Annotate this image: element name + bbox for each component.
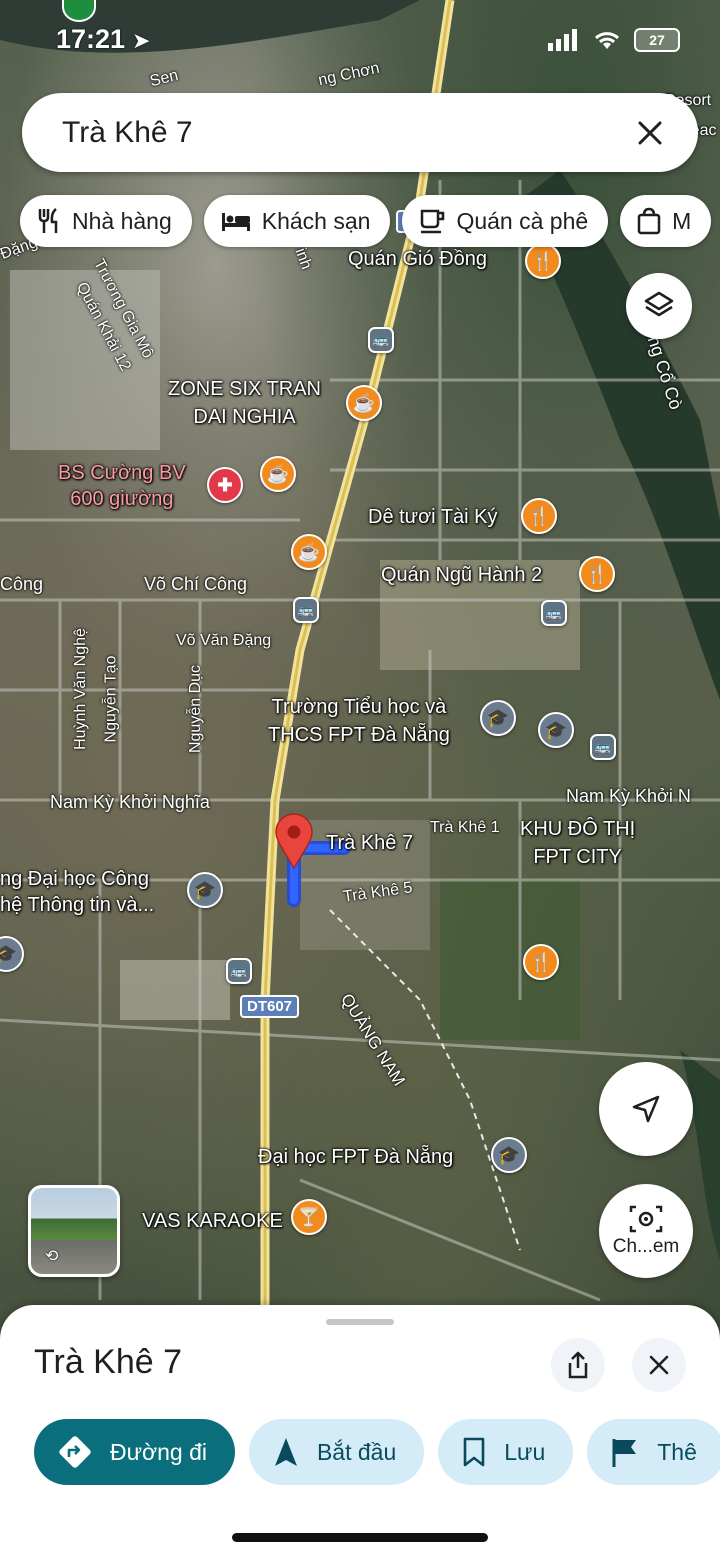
home-indicator	[232, 1533, 488, 1542]
cafe-poi-icon[interactable]: ☕	[260, 456, 296, 492]
cafe-icon	[421, 209, 445, 234]
road-label: Nam Kỳ Khởi N	[566, 786, 691, 806]
place-label: Đại học FPT Đà Nẵng	[258, 1146, 454, 1168]
place-title: Trà Khê 7	[34, 1343, 183, 1381]
shopping-icon	[637, 207, 661, 235]
road-label: Nam Kỳ Khởi Nghĩa	[50, 792, 210, 812]
school-poi-icon[interactable]: 🎓	[480, 700, 516, 736]
hospital-poi-icon[interactable]: ✚	[207, 467, 243, 503]
camera-search-icon	[629, 1205, 663, 1233]
road-label: Trà Khê 1	[430, 819, 500, 836]
close-icon	[649, 1355, 669, 1375]
restaurant-poi-icon[interactable]: 🍴	[523, 944, 559, 980]
restaurant-poi-icon[interactable]: 🍴	[579, 556, 615, 592]
place-label: KHU ĐÔ THỊ FPT CITY	[520, 818, 636, 868]
wifi-icon	[594, 32, 620, 49]
chip-restaurants[interactable]: Nhà hàng	[20, 195, 192, 247]
chip-label: Khách sạn	[261, 207, 371, 234]
place-label: Dê tươi Tài Ký	[368, 506, 498, 528]
layers-button[interactable]	[626, 273, 692, 339]
place-label: Trường Tiểu học và THCS FPT Đà Nẵng	[268, 696, 450, 746]
close-sheet-button[interactable]	[632, 1338, 686, 1392]
route-badge-dt607: DT607	[240, 995, 300, 1018]
battery-icon: 27	[634, 28, 680, 52]
drag-handle[interactable]	[326, 1319, 394, 1325]
cafe-poi-icon[interactable]: ☕	[346, 385, 382, 421]
clear-search-button[interactable]	[630, 113, 670, 153]
search-query[interactable]: Trà Khê 7	[62, 116, 630, 150]
school-poi-icon[interactable]: 🎓	[187, 872, 223, 908]
flag-icon	[612, 1439, 637, 1467]
category-chips: Nhà hàng Khách sạn Quán cà phê M	[20, 195, 712, 247]
my-location-button[interactable]	[599, 1062, 693, 1156]
bus-stop-icon[interactable]: 🚌	[590, 734, 616, 760]
road-label: Nguyễn Dục	[187, 664, 205, 754]
action-buttons: Đường đi Bắt đầu Lưu Thê	[34, 1419, 720, 1485]
cafe-poi-icon[interactable]: ☕	[291, 534, 327, 570]
bookmark-icon	[463, 1437, 485, 1467]
place-label: ng Đại học Công hệ Thông tin và...	[0, 868, 155, 916]
hotel-icon	[221, 213, 250, 231]
save-button[interactable]: Lưu	[438, 1419, 574, 1485]
restaurant-poi-icon[interactable]: 🍴	[521, 498, 557, 534]
navigation-arrow-icon	[632, 1095, 660, 1123]
bus-stop-icon[interactable]: 🚌	[368, 327, 394, 353]
bus-stop-icon[interactable]: 🚌	[226, 958, 252, 984]
chip-label: Nhà hàng	[72, 207, 172, 234]
bus-stop-icon[interactable]: 🚌	[293, 597, 319, 623]
signal-icon	[548, 29, 577, 51]
road-label: Võ Văn Đặng	[176, 632, 272, 649]
place-label: VAS KARAOKE	[142, 1210, 283, 1232]
road-label: Nguyễn Tạo	[102, 655, 120, 743]
chip-label: M	[672, 207, 692, 234]
chip-label: Quán cà phê	[456, 207, 589, 234]
save-label: Lưu	[504, 1438, 546, 1465]
directions-icon	[59, 1436, 91, 1468]
directions-button[interactable]: Đường đi	[34, 1419, 235, 1485]
chip-shopping[interactable]: M	[620, 195, 712, 247]
directions-label: Đường đi	[110, 1438, 207, 1465]
label-label: Thê	[657, 1438, 697, 1465]
bar-poi-icon[interactable]: 🍸	[291, 1199, 327, 1235]
app-indicator-icon	[62, 0, 96, 22]
start-label: Bắt đầu	[316, 1438, 397, 1465]
road-label: Huỳnh Văn Nghệ	[71, 628, 89, 750]
street-view-thumbnail[interactable]: ⟲	[28, 1185, 120, 1277]
share-button[interactable]	[551, 1338, 605, 1392]
chip-cafes[interactable]: Quán cà phê	[402, 195, 609, 247]
share-icon	[568, 1351, 588, 1379]
navigation-icon	[274, 1438, 297, 1466]
restaurant-poi-icon[interactable]: 🍴	[525, 243, 561, 279]
lens-caption: Ch...em	[612, 1236, 680, 1257]
start-navigation-button[interactable]: Bắt đầu	[248, 1419, 425, 1485]
place-label: Quán Gió Đồng	[348, 248, 487, 270]
add-label-button[interactable]: Thê	[587, 1419, 720, 1485]
road-label: Công	[0, 574, 44, 594]
school-poi-icon[interactable]: 🎓	[491, 1137, 527, 1173]
place-label: ZONE SIX TRAN DAI NGHIA	[168, 378, 321, 428]
pin-label: Trà Khê 7	[326, 832, 414, 854]
status-time: 17:21	[56, 24, 126, 54]
school-poi-icon[interactable]: 🎓	[538, 712, 574, 748]
place-label: BS Cường BV 600 giường	[58, 462, 186, 510]
status-bar: 17:21 ➤ 27	[0, 0, 720, 80]
place-sheet[interactable]: Trà Khê 7 Đường đi Bắt đầu Lưu Thê	[0, 1305, 720, 1557]
bus-stop-icon[interactable]: 🚌	[541, 600, 567, 626]
search-bar[interactable]: Trà Khê 7	[22, 93, 698, 172]
layers-icon	[644, 291, 674, 317]
lens-button[interactable]: Ch...em	[599, 1184, 693, 1278]
place-label: Quán Ngũ Hành 2	[381, 564, 543, 586]
rotate-360-icon: ⟲	[45, 1248, 59, 1265]
road-label: Võ Chí Công	[144, 574, 248, 594]
chip-hotels[interactable]: Khách sạn	[203, 195, 391, 247]
restaurant-icon	[38, 208, 58, 233]
location-arrow-icon: ➤	[132, 28, 151, 53]
close-icon	[638, 121, 662, 144]
